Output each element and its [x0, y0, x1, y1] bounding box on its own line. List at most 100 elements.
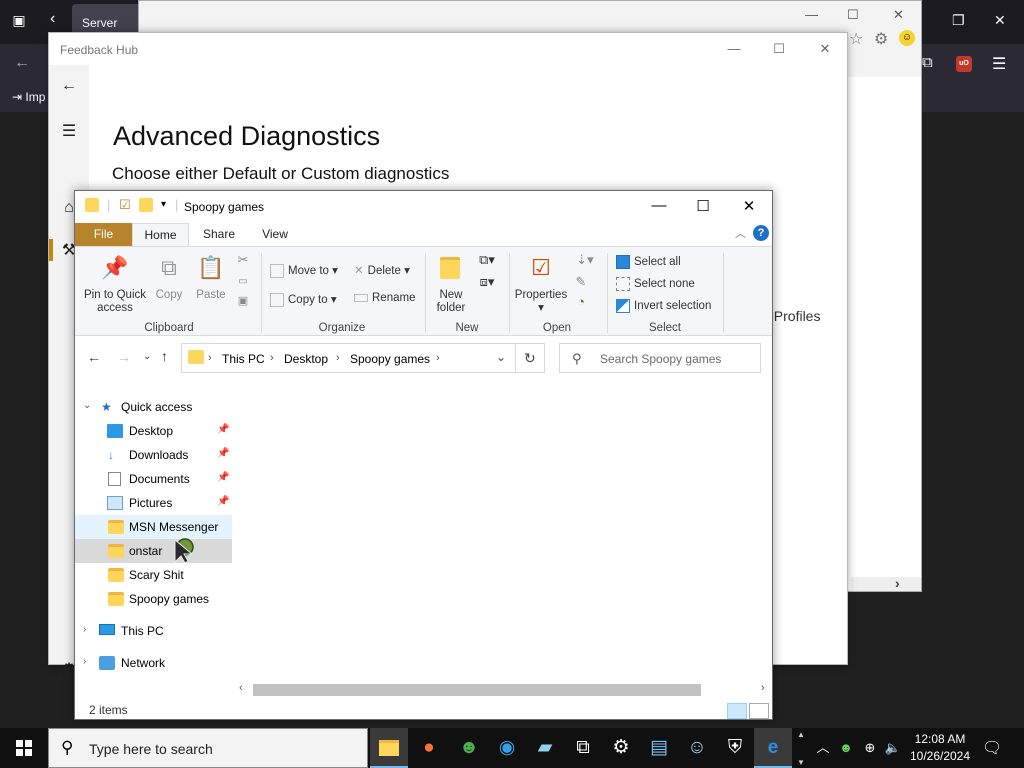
taskbar-search-input[interactable]: Type here to search: [89, 741, 213, 757]
scroll-right-icon[interactable]: ›: [761, 682, 765, 694]
up-arrow-icon[interactable]: ↑: [161, 348, 168, 364]
refresh-icon[interactable]: ↻: [524, 350, 536, 367]
close-icon[interactable]: ✕: [815, 41, 835, 57]
breadcrumb-spoopy-games[interactable]: Spoopy games: [350, 352, 430, 366]
copy-to-button[interactable]: Copy to ▾: [270, 292, 337, 307]
select-none-button[interactable]: Select none: [616, 277, 695, 291]
menu-icon[interactable]: ☰: [992, 54, 1006, 74]
nav-documents[interactable]: Documents 📌: [75, 467, 232, 491]
minimize-icon[interactable]: —: [647, 197, 671, 214]
horizontal-scrollbar[interactable]: [851, 577, 921, 591]
rename-button[interactable]: Rename: [354, 292, 415, 304]
nav-quick-access[interactable]: ⌄ ★ Quick access: [75, 395, 232, 419]
address-bar[interactable]: › This PC › Desktop › Spoopy games › ⌄ ↻: [181, 343, 545, 373]
customize-toolbar-icon[interactable]: ▾: [161, 199, 166, 210]
chevron-down-icon[interactable]: ⌄: [83, 400, 91, 411]
copy-path-icon[interactable]: ▭: [235, 275, 251, 288]
close-icon[interactable]: ✕: [994, 12, 1006, 29]
edit-icon[interactable]: ✎: [573, 275, 589, 288]
close-icon[interactable]: ✕: [737, 197, 761, 215]
task-view-icon[interactable]: ⧉: [564, 728, 602, 768]
breadcrumb-this-pc[interactable]: This PC: [222, 352, 265, 366]
smiley-icon[interactable]: ☺: [899, 30, 915, 46]
maximize-icon[interactable]: ☐: [769, 41, 789, 57]
select-all-button[interactable]: Select all: [616, 255, 681, 269]
chevron-right-icon[interactable]: ›: [83, 656, 86, 667]
firefox-icon[interactable]: ●: [410, 728, 448, 768]
open-icon[interactable]: ⇣▾: [573, 253, 597, 266]
maximize-icon[interactable]: ☐: [691, 197, 715, 215]
taskbar-scroll[interactable]: ▲ ▼: [794, 728, 808, 768]
delete-button[interactable]: ✕ Delete ▾: [354, 263, 410, 277]
pin-to-quick-access-button[interactable]: Pin to Quick access: [79, 289, 151, 315]
breadcrumb-desktop[interactable]: Desktop: [284, 352, 328, 366]
new-folder-button[interactable]: New folder: [427, 289, 475, 315]
user-accounts-icon[interactable]: ☺: [678, 728, 716, 768]
nav-onstar[interactable]: onstar: [75, 539, 232, 563]
nav-downloads[interactable]: ↓ Downloads 📌: [75, 443, 232, 467]
invert-selection-button[interactable]: Invert selection: [616, 299, 711, 313]
internet-explorer-icon[interactable]: e: [754, 728, 792, 768]
network-globe-icon[interactable]: ⊕: [860, 728, 880, 768]
tab-view[interactable]: View: [251, 223, 299, 246]
details-view-icon[interactable]: [727, 703, 747, 719]
scroll-left-icon[interactable]: ‹: [239, 682, 243, 694]
tab-overview-icon[interactable]: ▣: [10, 12, 28, 30]
nav-spoopy-games[interactable]: Spoopy games: [75, 587, 232, 611]
nav-scary-shit[interactable]: Scary Shit: [75, 563, 232, 587]
messenger-tray-icon[interactable]: ☻: [836, 728, 856, 768]
start-button[interactable]: [0, 728, 48, 768]
extension-icon[interactable]: ⧉: [922, 54, 933, 71]
tab-share[interactable]: Share: [195, 223, 243, 246]
collapse-ribbon-icon[interactable]: ︿: [735, 225, 746, 241]
easy-access-icon[interactable]: ⧈▾: [475, 275, 499, 288]
chevron-down-icon[interactable]: ⌄: [496, 350, 506, 364]
notes-icon[interactable]: ▰: [526, 728, 564, 768]
tab-home[interactable]: Home: [132, 223, 189, 246]
tab-back-icon[interactable]: ‹: [50, 10, 70, 34]
settings-gear-icon[interactable]: ⚙: [874, 29, 888, 49]
maximize-icon[interactable]: ☐: [847, 7, 859, 23]
nav-msn-messenger[interactable]: MSN Messenger: [75, 515, 232, 539]
search-input[interactable]: Search Spoopy games: [600, 352, 721, 366]
back-arrow-icon[interactable]: ←: [14, 54, 30, 72]
edge-icon[interactable]: ◉: [488, 728, 526, 768]
move-to-button[interactable]: Move to ▾: [270, 263, 338, 278]
paste-shortcut-icon[interactable]: ▣: [235, 295, 251, 308]
scroll-right-icon[interactable]: ›: [895, 575, 900, 591]
nav-desktop[interactable]: Desktop 📌: [75, 419, 232, 443]
nav-network[interactable]: › Network: [75, 651, 232, 675]
security-shield-icon[interactable]: ⛨: [716, 728, 754, 768]
settings-gear-icon[interactable]: ⚙: [602, 728, 640, 768]
taskbar-clock[interactable]: 12:08 AM 10/26/2024: [906, 731, 974, 765]
volume-icon[interactable]: 🔈: [882, 728, 904, 768]
taskbar-search[interactable]: ⚲ Type here to search: [48, 728, 368, 768]
help-icon[interactable]: ?: [753, 225, 769, 241]
new-folder-icon[interactable]: [139, 198, 153, 212]
search-box[interactable]: ⚲ Search Spoopy games: [559, 343, 761, 373]
back-arrow-icon[interactable]: ←: [59, 77, 79, 95]
tab-file[interactable]: File: [75, 223, 132, 246]
file-explorer-taskbar-icon[interactable]: [370, 728, 408, 768]
history-icon[interactable]: ◔: [573, 295, 589, 308]
ublock-icon[interactable]: uO: [956, 56, 972, 72]
favorite-star-icon[interactable]: ☆: [849, 29, 863, 49]
cut-icon[interactable]: ✂: [235, 253, 251, 266]
nav-this-pc[interactable]: › This PC: [75, 619, 232, 643]
new-item-icon[interactable]: ⧉▾: [475, 253, 499, 266]
forward-arrow-icon[interactable]: →: [117, 349, 131, 365]
paste-button[interactable]: Paste: [193, 289, 229, 302]
control-panel-icon[interactable]: ▤: [640, 728, 678, 768]
hamburger-menu-icon[interactable]: ☰: [59, 121, 79, 141]
scrollbar-thumb[interactable]: [253, 684, 701, 696]
close-icon[interactable]: ✕: [893, 7, 904, 23]
back-arrow-icon[interactable]: ←: [87, 349, 101, 365]
messenger-icon[interactable]: ☻: [450, 728, 488, 768]
nav-pictures[interactable]: Pictures 📌: [75, 491, 232, 515]
large-icons-view-icon[interactable]: [749, 703, 769, 719]
chevron-right-icon[interactable]: ›: [83, 624, 86, 635]
copy-button[interactable]: Copy: [153, 289, 185, 302]
show-hidden-icons-icon[interactable]: ︿: [814, 728, 832, 768]
minimize-icon[interactable]: —: [724, 41, 744, 56]
minimize-icon[interactable]: —: [805, 7, 818, 22]
